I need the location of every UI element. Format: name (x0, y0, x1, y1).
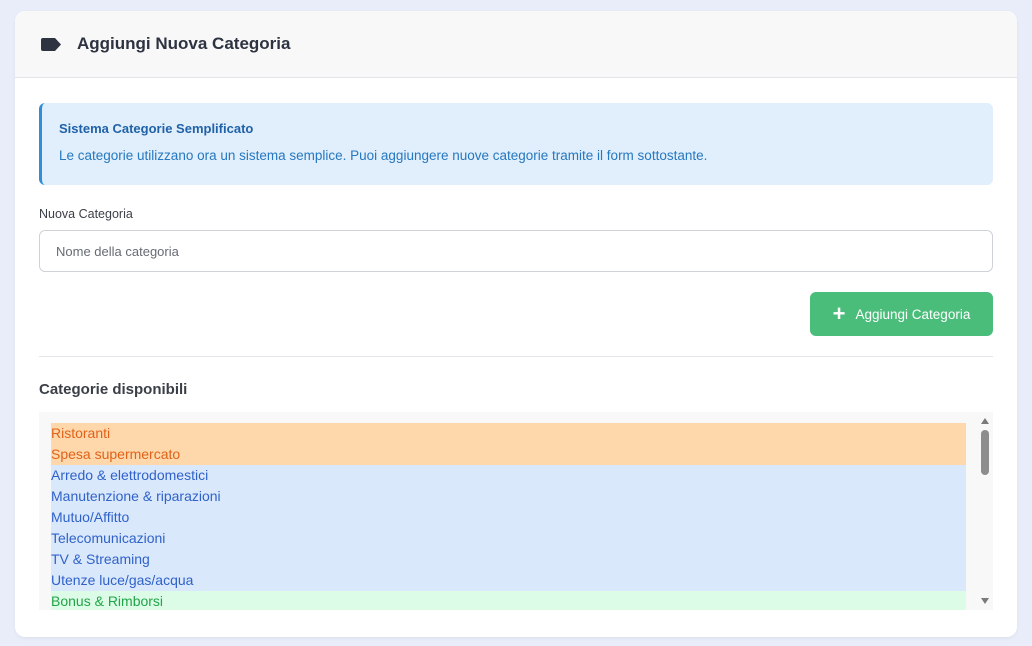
scroll-up-arrow-icon[interactable] (981, 418, 989, 424)
category-name-input[interactable] (39, 230, 993, 272)
card-body: Sistema Categorie Semplificato Le catego… (39, 103, 993, 610)
new-category-label: Nuova Categoria (39, 207, 133, 221)
scroll-down-arrow-icon[interactable] (981, 598, 989, 604)
available-categories-title: Categorie disponibili (39, 381, 188, 398)
add-category-button-label: Aggiungi Categoria (855, 306, 971, 322)
page-title: Aggiungi Nuova Categoria (77, 34, 291, 53)
list-item[interactable]: Ristoranti (51, 423, 966, 444)
info-alert: Sistema Categorie Semplificato Le catego… (39, 103, 993, 185)
category-list: Ristoranti Spesa supermercato Arredo & ele… (51, 423, 966, 610)
info-text: Le categorie utilizzano ora un sistema s… (59, 148, 708, 163)
scrollbar-thumb[interactable] (981, 430, 989, 475)
scrollbar[interactable] (977, 412, 993, 610)
category-listbox[interactable]: Ristoranti Spesa supermercato Arredo & ele… (39, 412, 993, 610)
list-item[interactable]: TV & Streaming (51, 549, 966, 570)
list-item[interactable]: Utenze luce/gas/acqua (51, 570, 966, 591)
divider (39, 356, 993, 357)
list-item[interactable]: Manutenzione & riparazioni (51, 486, 966, 507)
info-title: Sistema Categorie Semplificato (59, 121, 254, 136)
list-item[interactable]: Arredo & elettrodomestici (51, 465, 966, 486)
list-item[interactable]: Mutuo/Affitto (51, 507, 966, 528)
add-category-button[interactable]: + Aggiungi Categoria (810, 292, 993, 336)
add-category-card: Aggiungi Nuova Categoria Sistema Categor… (15, 11, 1017, 637)
card-header: Aggiungi Nuova Categoria (15, 11, 1017, 78)
button-row: + Aggiungi Categoria (39, 292, 993, 336)
list-item[interactable]: Bonus & Rimborsi (51, 591, 966, 610)
plus-icon: + (832, 301, 846, 326)
tag-icon (41, 37, 63, 51)
list-item[interactable]: Spesa supermercato (51, 444, 966, 465)
list-item[interactable]: Telecomunicazioni (51, 528, 966, 549)
